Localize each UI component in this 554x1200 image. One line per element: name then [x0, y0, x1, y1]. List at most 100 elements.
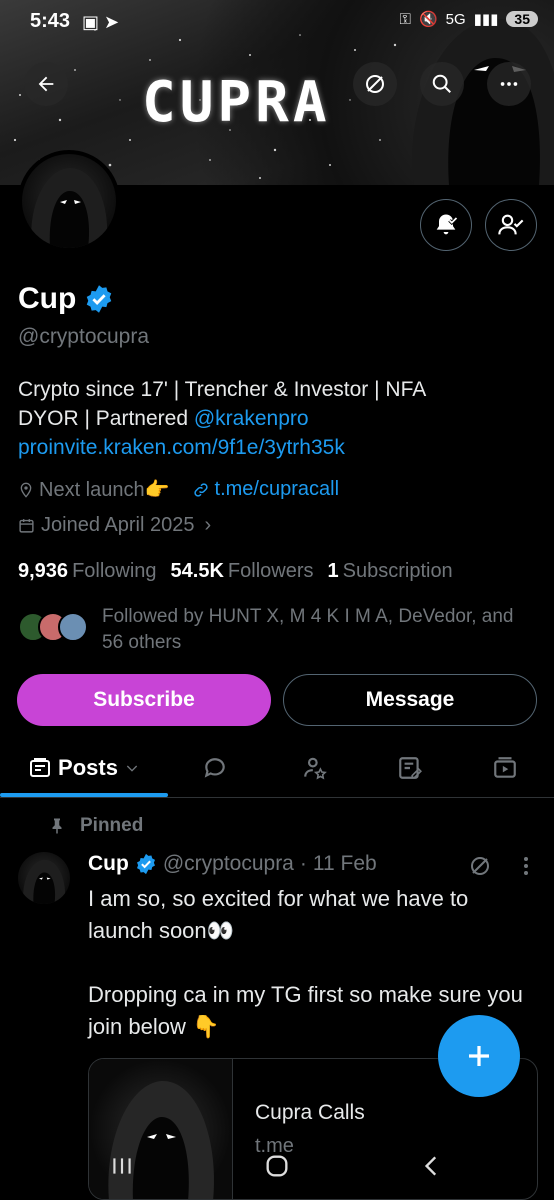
- signal-icon: ▮▮▮: [473, 11, 499, 28]
- chevron-left-icon: [424, 1156, 437, 1176]
- followers-count: 54.5K: [170, 560, 224, 582]
- system-nav-bar: [0, 1130, 554, 1200]
- status-bar: 5:43 ▣ ➤ ⚿ 🔇 5G ▮▮▮ 35: [0, 8, 554, 38]
- following-stat[interactable]: 9,936 Following: [18, 560, 157, 583]
- joined-row[interactable]: Joined April 2025 ›: [18, 514, 211, 537]
- subscribe-button[interactable]: Subscribe: [17, 674, 271, 726]
- subscription-label: Subscription: [342, 560, 453, 582]
- person-check-icon: [498, 214, 524, 235]
- followed-by[interactable]: Followed by HUNT X, M 4 K I M A, DeVedor…: [18, 604, 532, 656]
- home-button[interactable]: [247, 1148, 307, 1184]
- arrow-left-icon: [38, 76, 54, 92]
- post-date[interactable]: 11 Feb: [313, 852, 377, 876]
- search-icon: [432, 74, 451, 93]
- mute-icon: 🔇: [418, 11, 438, 28]
- battery-indicator: 35: [506, 11, 538, 27]
- plus-icon: [469, 1046, 489, 1066]
- follower-avatars: [18, 612, 88, 656]
- hooded-avatar-image: [31, 167, 108, 248]
- verified-badge-icon: [136, 853, 155, 875]
- website-item[interactable]: t.me/cupracall: [192, 478, 340, 501]
- profile-meta-row: Next launch👉 t.me/cupracall: [18, 477, 339, 502]
- profile-name: Cup: [18, 282, 77, 315]
- system-back-button[interactable]: [402, 1148, 462, 1184]
- link-icon: [193, 482, 208, 497]
- more-button[interactable]: [487, 62, 531, 106]
- verified-badge-icon[interactable]: [84, 284, 114, 314]
- location-pin-icon: [20, 482, 32, 498]
- following-label: Following: [72, 560, 157, 582]
- post-author-avatar[interactable]: [18, 852, 70, 904]
- person-star-icon: [304, 757, 327, 780]
- network-label: 5G: [445, 10, 466, 28]
- home-icon: [266, 1155, 288, 1177]
- profile-handle: @cryptocupra: [18, 325, 150, 348]
- joined-date: Joined April 2025: [41, 514, 195, 536]
- bio-line-2-text: DYOR | Partnered: [18, 407, 194, 430]
- tab-posts-label: Posts: [58, 755, 118, 780]
- more-icon: [500, 82, 518, 86]
- followed-by-text: Followed by HUNT X, M 4 K I M A, DeVedor…: [102, 606, 514, 653]
- grok-icon: [366, 75, 384, 93]
- recent-apps-icon: [113, 1158, 131, 1174]
- message-button[interactable]: Message: [283, 674, 537, 726]
- location-item: Next launch👉: [18, 477, 170, 502]
- chevron-down-icon: [126, 765, 138, 772]
- bio-url-link[interactable]: proinvite.kraken.com/9f1e/3ytrh35k: [18, 433, 538, 462]
- notification-icons: ▣ ➤: [82, 12, 120, 32]
- more-vertical-icon: [524, 857, 528, 875]
- grok-icon: [471, 857, 489, 875]
- active-tab-indicator: [0, 793, 168, 797]
- bell-check-icon: [436, 214, 458, 235]
- bio-line-1: Crypto since 17' | Trencher & Investor |…: [18, 378, 427, 401]
- key-icon: ⚿: [399, 10, 411, 28]
- back-button[interactable]: [24, 62, 68, 106]
- website-link[interactable]: t.me/cupracall: [215, 478, 340, 501]
- tab-replies[interactable]: [190, 740, 240, 796]
- following-button[interactable]: [485, 199, 537, 251]
- banner-title: CUPRA: [142, 70, 331, 135]
- pinned-label: Pinned: [80, 815, 144, 836]
- hooded-avatar-image: [23, 859, 66, 904]
- post-more-button[interactable]: [516, 854, 536, 883]
- search-button[interactable]: [420, 62, 464, 106]
- reply-icon: [204, 758, 225, 778]
- recent-apps-button[interactable]: [92, 1148, 152, 1184]
- article-edit-icon: [399, 757, 422, 779]
- pin-icon: [52, 818, 62, 834]
- subscriptions-stat[interactable]: 1 Subscription: [328, 560, 453, 583]
- tab-highlights[interactable]: [290, 740, 340, 796]
- post-header: Cup @cryptocupra · 11 Feb: [88, 852, 377, 876]
- posts-icon: [30, 758, 51, 777]
- subscription-count: 1: [327, 560, 339, 582]
- profile-tabs: Posts: [0, 740, 554, 798]
- following-count: 9,936: [18, 560, 69, 582]
- bio-mention-link[interactable]: @krakenpro: [194, 407, 309, 430]
- status-time: 5:43: [30, 10, 71, 32]
- tab-posts[interactable]: Posts: [0, 740, 168, 796]
- post-grok-button[interactable]: [468, 854, 492, 883]
- post-author-name[interactable]: Cup: [88, 852, 129, 876]
- post-separator: ·: [299, 852, 307, 875]
- bio-line-2: DYOR | Partnered @krakenpro: [18, 404, 538, 433]
- follower-avatar: [58, 612, 88, 642]
- followers-label: Followers: [227, 560, 314, 582]
- followers-stat[interactable]: 54.5K Followers: [171, 560, 314, 583]
- location-text: Next launch👉: [39, 479, 170, 501]
- chevron-right-icon: ›: [204, 514, 212, 536]
- tab-media[interactable]: [480, 740, 530, 796]
- compose-post-button[interactable]: [438, 1015, 520, 1097]
- post-author-handle[interactable]: @cryptocupra: [163, 852, 294, 876]
- profile-avatar[interactable]: [18, 150, 120, 252]
- link-card-title: Cupra Calls: [255, 1101, 365, 1124]
- notifications-button[interactable]: [420, 199, 472, 251]
- pinned-indicator: Pinned: [48, 815, 143, 837]
- media-icon: [494, 757, 516, 778]
- grok-button[interactable]: [353, 62, 397, 106]
- follow-stats: 9,936 Following 54.5K Followers 1 Subscript…: [18, 560, 453, 583]
- profile-bio: Crypto since 17' | Trencher & Investor |…: [18, 375, 538, 462]
- tab-articles[interactable]: [385, 740, 435, 796]
- calendar-icon: [19, 519, 34, 533]
- status-right: ⚿ 🔇 5G ▮▮▮ 35: [400, 10, 538, 28]
- profile-name-row: Cup: [18, 282, 114, 316]
